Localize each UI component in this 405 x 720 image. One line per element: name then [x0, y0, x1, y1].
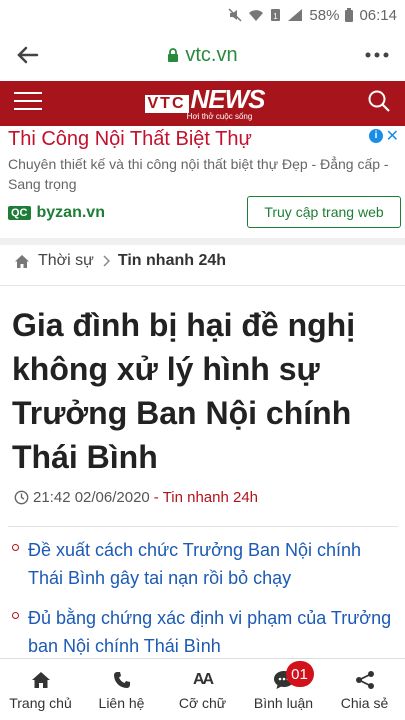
more-horizontal-icon	[365, 52, 389, 58]
sim-icon: 1	[270, 8, 281, 22]
arrow-left-icon	[17, 46, 39, 64]
address-bar[interactable]: vtc.vn	[42, 44, 363, 67]
signal-icon	[287, 8, 303, 22]
more-menu-button[interactable]	[363, 41, 391, 69]
mute-icon	[228, 8, 242, 22]
comment-count-badge: 01	[285, 661, 314, 687]
logo-news-text: NEWS	[190, 83, 266, 114]
ad-visit-button[interactable]: Truy cập trang web	[247, 196, 401, 228]
site-header: VTC NEWS Hơi thở cuộc sống	[0, 81, 405, 126]
ad-qc-badge: QC	[8, 206, 31, 220]
ad-banner[interactable]: Thi Công Nội Thất Biệt Thự i ✕ Chuyên th…	[0, 126, 405, 238]
breadcrumb-divider	[0, 285, 405, 286]
back-button[interactable]	[14, 41, 42, 69]
article-meta: 21:42 02/06/2020 - Tin nhanh 24h	[14, 489, 258, 506]
bottom-navigation: Trang chủ Liên hệ AA Cỡ chữ 01 Bình luận…	[0, 658, 405, 720]
nav-home-button[interactable]: Trang chủ	[0, 659, 81, 720]
logo-vtc-text: VTC	[144, 94, 189, 113]
nav-comments-button[interactable]: 01 Bình luận	[243, 659, 324, 720]
ad-close-icon[interactable]: ✕	[386, 126, 399, 146]
logo-tagline: Hơi thở cuộc sống	[186, 111, 253, 121]
nav-home-label: Trang chủ	[9, 694, 72, 711]
article-datetime: 21:42 02/06/2020	[33, 489, 150, 506]
battery-icon	[345, 8, 354, 22]
battery-level: 58%	[309, 6, 340, 24]
related-article-link[interactable]: Đề xuất cách chức Trưởng Ban Nội chính T…	[10, 536, 400, 592]
home-icon	[31, 669, 51, 691]
clock-icon	[14, 490, 29, 505]
article-title: Gia đình bị hại đề nghị không xử lý hình…	[12, 307, 356, 475]
chevron-right-icon	[103, 255, 110, 267]
search-icon	[368, 90, 390, 112]
svg-text:1: 1	[274, 12, 279, 21]
font-size-icon: AA	[192, 670, 214, 688]
ad-domain: byzan.vn	[36, 204, 105, 221]
nav-contact-button[interactable]: Liên hệ	[81, 659, 162, 720]
browser-toolbar: vtc.vn	[0, 30, 405, 80]
nav-font-size-button[interactable]: AA Cỡ chữ	[162, 659, 243, 720]
nav-comments-label: Bình luận	[253, 694, 314, 711]
section-divider	[0, 238, 405, 245]
share-icon	[355, 669, 375, 691]
url-text: vtc.vn	[185, 43, 238, 66]
phone-icon	[113, 669, 131, 691]
ad-domain-row: QC byzan.vn	[8, 204, 105, 222]
nav-share-button[interactable]: Chia sẻ	[324, 659, 405, 720]
breadcrumb: Thời sự Tin nhanh 24h	[14, 252, 226, 270]
site-logo[interactable]: VTC NEWS Hơi thở cuộc sống	[144, 83, 266, 121]
wifi-icon	[248, 8, 264, 22]
ad-info-icon[interactable]: i	[369, 129, 383, 143]
clock: 06:14	[359, 6, 397, 24]
breadcrumb-subsection[interactable]: Tin nhanh 24h	[118, 252, 226, 270]
ad-title[interactable]: Thi Công Nội Thất Biệt Thự	[8, 128, 252, 151]
nav-share-label: Chia sẻ	[340, 694, 389, 711]
lock-icon	[168, 48, 179, 62]
nav-font-size-label: Cỡ chữ	[178, 694, 227, 711]
nav-contact-label: Liên hệ	[98, 694, 145, 711]
breadcrumb-section[interactable]: Thời sự	[38, 252, 94, 270]
hamburger-menu-button[interactable]	[14, 91, 42, 116]
related-articles: Đề xuất cách chức Trưởng Ban Nội chính T…	[10, 536, 400, 672]
article-category[interactable]: - Tin nhanh 24h	[154, 489, 258, 506]
hamburger-icon	[14, 92, 42, 110]
related-article-link[interactable]: Đủ bằng chứng xác định vi phạm của Trưởn…	[10, 604, 400, 660]
home-icon[interactable]	[14, 254, 30, 269]
search-button[interactable]	[367, 89, 391, 118]
ad-description: Chuyên thiết kế và thi công nội thất biệ…	[8, 156, 389, 192]
meta-divider	[8, 526, 398, 527]
status-bar: 1 58% 06:14	[0, 0, 405, 30]
